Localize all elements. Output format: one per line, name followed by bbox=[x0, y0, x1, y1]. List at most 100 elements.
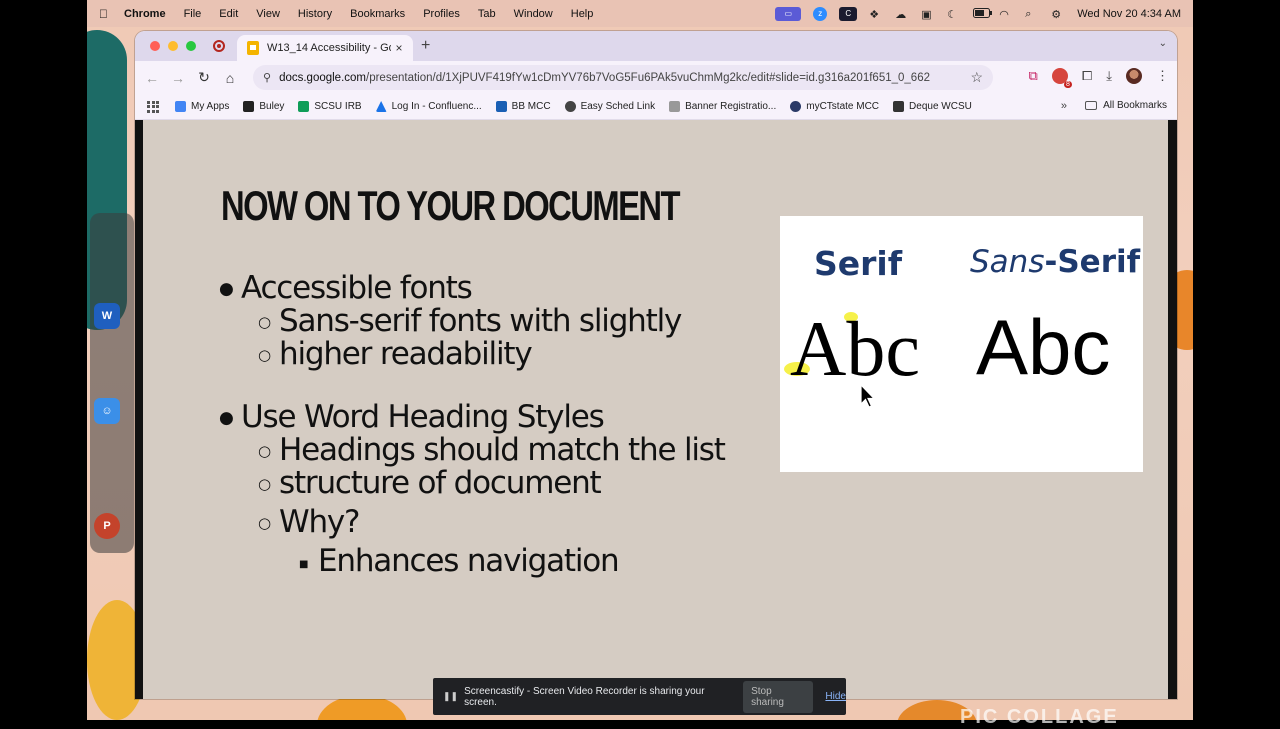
tab-title: W13_14 Accessibility - Googl bbox=[267, 42, 391, 54]
finder-icon[interactable]: ☺ bbox=[94, 398, 120, 424]
slide-title: Now on to your document bbox=[221, 182, 681, 229]
dropbox-icon[interactable]: ❖ bbox=[869, 8, 883, 21]
forward-arrow-icon[interactable]: → bbox=[165, 70, 191, 86]
slide-viewport: Now on to your document Accessible fonts… bbox=[135, 120, 1177, 699]
address-bar[interactable]: ⚲ docs.google.com/presentation/d/1XjPUVF… bbox=[253, 65, 993, 90]
serif-sample-text: Abc bbox=[790, 305, 920, 392]
bullet-accessible-fonts: Accessible fonts bbox=[219, 272, 725, 307]
bookmark-buley[interactable]: Buley bbox=[243, 101, 284, 112]
tab-strip: W13_14 Accessibility - Googl × + ⌄ bbox=[135, 31, 1177, 61]
url-path: /presentation/d/1XjPUVF419fYw1cDmYV76b7V… bbox=[366, 71, 930, 84]
extension-cast-icon[interactable]: ⧉ bbox=[1029, 68, 1038, 84]
sans-serif-label: Sans-Serif bbox=[970, 244, 1141, 280]
slide-bullets: Accessible fonts Sans-serif fonts with s… bbox=[219, 272, 726, 582]
serif-label: Serif bbox=[814, 244, 903, 283]
extension-badge: 8 bbox=[1063, 81, 1072, 88]
menu-edit[interactable]: Edit bbox=[219, 8, 238, 20]
kebab-menu-icon[interactable]: ⋮ bbox=[1156, 68, 1169, 84]
tab-close-icon[interactable]: × bbox=[391, 41, 407, 55]
screen-share-notification: ❚❚ Screencastify - Screen Video Recorder… bbox=[433, 678, 846, 715]
bookmark-star-icon[interactable]: ☆ bbox=[970, 69, 983, 86]
download-icon[interactable]: ⤓ bbox=[1106, 68, 1112, 84]
sub-bullet-why: Why? bbox=[219, 506, 725, 541]
bookmark-my-apps[interactable]: My Apps bbox=[175, 101, 229, 112]
sub-bullet-headings: Headings should match the list bbox=[219, 434, 726, 469]
zoom-icon[interactable]: z bbox=[813, 6, 828, 21]
bookmark-scsu-irb[interactable]: SCSU IRB bbox=[298, 101, 362, 112]
home-icon[interactable]: ⌂ bbox=[217, 70, 243, 86]
buley-icon bbox=[243, 101, 255, 112]
menubar-clock[interactable]: Wed Nov 20 4:34 AM bbox=[1077, 8, 1181, 20]
moon-icon[interactable]: ☾ bbox=[947, 8, 961, 21]
minimize-window-button[interactable] bbox=[168, 41, 178, 51]
menu-view[interactable]: View bbox=[256, 8, 280, 20]
menu-tab[interactable]: Tab bbox=[478, 8, 496, 20]
display-icon[interactable]: ▣ bbox=[921, 8, 935, 21]
back-arrow-icon[interactable]: ← bbox=[139, 70, 165, 86]
browser-toolbar: ← → ↻ ⌂ ⚲ docs.google.com/presentation/d… bbox=[135, 61, 1177, 94]
screen-record-icon[interactable]: ▭ bbox=[775, 6, 802, 21]
battery-icon[interactable] bbox=[973, 7, 993, 20]
menu-bookmarks[interactable]: Bookmarks bbox=[350, 8, 405, 20]
apps-grid-icon[interactable] bbox=[147, 100, 159, 113]
apple-icon[interactable]:  bbox=[99, 7, 108, 21]
menu-file[interactable]: File bbox=[184, 8, 202, 20]
menu-profiles[interactable]: Profiles bbox=[423, 8, 460, 20]
slide: Now on to your document Accessible fonts… bbox=[143, 120, 1168, 699]
confluence-icon bbox=[375, 101, 387, 112]
extensions-puzzle-icon[interactable]: ⧠ bbox=[1082, 68, 1092, 84]
menu-window[interactable]: Window bbox=[514, 8, 553, 20]
search-icon[interactable]: ⌕ bbox=[1025, 8, 1039, 20]
bookmark-bb-mcc[interactable]: BB MCC bbox=[495, 101, 551, 112]
irb-icon bbox=[298, 101, 310, 112]
tab-search-chevron-icon[interactable]: ⌄ bbox=[1159, 38, 1167, 49]
powerpoint-app-icon[interactable]: P bbox=[94, 513, 120, 539]
cloud-icon[interactable]: ☁ bbox=[895, 8, 909, 21]
bookmark-confluence[interactable]: Log In - Confluenc... bbox=[375, 101, 482, 112]
font-comparison-image: Serif Sans-Serif Abc Abc bbox=[780, 216, 1143, 472]
dock: W ☺ P bbox=[90, 213, 134, 553]
banner-icon bbox=[669, 101, 681, 112]
chrome-window: W13_14 Accessibility - Googl × + ⌄ ← → ↻… bbox=[135, 31, 1177, 699]
profile-avatar[interactable] bbox=[1126, 68, 1142, 84]
word-app-icon[interactable]: W bbox=[94, 303, 120, 329]
maximize-window-button[interactable] bbox=[186, 41, 196, 51]
all-bookmarks-button[interactable]: All Bookmarks bbox=[1085, 100, 1167, 111]
menu-app-name[interactable]: Chrome bbox=[124, 8, 166, 20]
sans-serif-sample-text: Abc bbox=[976, 303, 1111, 391]
bullet-heading-styles: Use Word Heading Styles bbox=[219, 401, 725, 436]
hide-link[interactable]: Hide bbox=[825, 691, 846, 702]
recording-icon bbox=[213, 40, 225, 52]
close-window-button[interactable] bbox=[150, 41, 160, 51]
share-message: Screencastify - Screen Video Recorder is… bbox=[464, 685, 705, 708]
extension-red-icon[interactable]: 8 bbox=[1051, 68, 1072, 88]
myctstate-icon bbox=[790, 101, 802, 112]
blackboard-icon bbox=[495, 101, 507, 112]
pic-collage-watermark: PIC COLLAGE bbox=[960, 706, 1119, 728]
window-controls bbox=[150, 41, 196, 51]
microsoft-icon bbox=[175, 101, 186, 112]
slides-favicon-icon bbox=[247, 41, 259, 55]
sub-bullet-sans-serif-cont: higher readability bbox=[219, 338, 725, 373]
reload-icon[interactable]: ↻ bbox=[191, 69, 217, 86]
bookmarks-overflow-icon[interactable]: » bbox=[1061, 100, 1067, 112]
macos-menu-bar:  Chrome File Edit View History Bookmark… bbox=[87, 0, 1193, 27]
menu-history[interactable]: History bbox=[298, 8, 332, 20]
new-tab-button[interactable]: + bbox=[421, 37, 430, 55]
bookmark-deque[interactable]: Deque WCSU bbox=[893, 101, 972, 112]
globe-icon bbox=[564, 101, 576, 112]
deque-icon bbox=[893, 101, 905, 112]
bookmark-banner[interactable]: Banner Registratio... bbox=[669, 101, 776, 112]
sub-bullet-sans-serif: Sans-serif fonts with slightly bbox=[219, 305, 725, 340]
control-center-icon[interactable]: ⚙ bbox=[1051, 8, 1065, 21]
tab-slides[interactable]: W13_14 Accessibility - Googl × bbox=[237, 35, 413, 61]
site-info-icon[interactable]: ⚲ bbox=[263, 71, 271, 84]
pause-icon: ❚❚ bbox=[443, 691, 459, 701]
app-c-icon[interactable]: C bbox=[839, 6, 858, 21]
folder-icon bbox=[1085, 101, 1098, 110]
stop-sharing-button[interactable]: Stop sharing bbox=[743, 680, 814, 713]
bookmark-easy-sched[interactable]: Easy Sched Link bbox=[564, 101, 655, 112]
menu-help[interactable]: Help bbox=[571, 8, 594, 20]
bookmark-myctstate[interactable]: myCTstate MCC bbox=[790, 101, 879, 112]
wifi-icon[interactable]: ◠ bbox=[999, 8, 1013, 21]
